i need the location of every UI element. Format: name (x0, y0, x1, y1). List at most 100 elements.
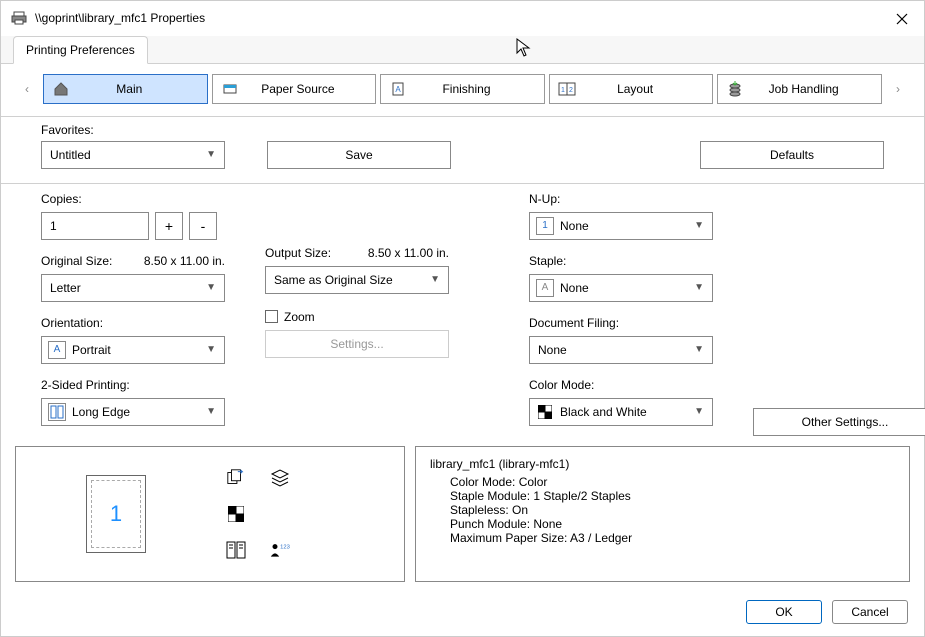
staple-label: Staple: (529, 254, 713, 268)
bw-icon (536, 403, 554, 421)
orientation-value: Portrait (72, 343, 111, 357)
output-size-label: Output Size: (265, 246, 331, 260)
favorites-select[interactable]: Untitled ▼ (41, 141, 225, 169)
svg-text:1: 1 (561, 87, 565, 94)
original-size-dim: 8.50 x 11.00 in. (144, 254, 225, 268)
main-content: Copies: 1 + - Original Size: 8.50 x 11.0… (1, 184, 924, 446)
tab-strip: Printing Preferences (1, 36, 924, 64)
copies-input[interactable]: 1 (41, 212, 149, 240)
info-line: Staple Module: 1 Staple/2 Staples (430, 489, 631, 503)
other-settings-label: Other Settings... (802, 415, 889, 429)
nav-scroll-left[interactable]: ‹ (15, 77, 39, 101)
footer: OK Cancel (1, 592, 924, 636)
ok-button[interactable]: OK (746, 600, 822, 624)
checkbox-icon (265, 310, 278, 323)
nav-paper-source[interactable]: Paper Source (212, 74, 377, 104)
copies-value: 1 (50, 219, 57, 233)
close-icon[interactable] (892, 9, 912, 29)
docfiling-label: Document Filing: (529, 316, 713, 330)
chevron-down-icon: ▼ (206, 406, 216, 417)
long-edge-icon (48, 403, 66, 421)
job-icon (726, 81, 744, 97)
titlebar: \\goprint\library_mfc1 Properties (1, 1, 924, 36)
defaults-label: Defaults (770, 148, 814, 162)
preview-pane: 1 123 (15, 446, 405, 582)
output-size-value: Same as Original Size (274, 273, 393, 287)
printer-icon (11, 10, 27, 26)
orientation-select[interactable]: A Portrait ▼ (41, 336, 225, 364)
colormode-value: Black and White (560, 405, 647, 419)
portrait-icon: A (48, 341, 66, 359)
chevron-down-icon: ▼ (206, 344, 216, 355)
tab-label: Printing Preferences (26, 43, 135, 57)
favorites-label: Favorites: (41, 123, 225, 137)
cancel-label: Cancel (851, 605, 888, 619)
info-line: Stapleless: On (430, 503, 528, 517)
nav-layout[interactable]: 12 Layout (549, 74, 714, 104)
twosided-value: Long Edge (72, 405, 130, 419)
info-title: library_mfc1 (library-mfc1) (430, 457, 569, 471)
copies-plus-button[interactable]: + (155, 212, 183, 240)
home-icon (52, 81, 70, 97)
nav-finishing[interactable]: A Finishing (380, 74, 545, 104)
favorites-row: Favorites: Untitled ▼ Save Defaults (1, 117, 924, 184)
favorites-value: Untitled (50, 148, 91, 162)
booklet-icon (226, 540, 246, 560)
nup-select[interactable]: 1 None ▼ (529, 212, 713, 240)
ok-label: OK (775, 605, 792, 619)
info-line: Color Mode: Color (430, 475, 547, 489)
blank-icon (270, 504, 290, 524)
staple-select[interactable]: A None ▼ (529, 274, 713, 302)
nav-label: Paper Source (239, 82, 376, 96)
info-line: Punch Module: None (430, 517, 562, 531)
output-size-dim: 8.50 x 11.00 in. (368, 246, 449, 260)
cancel-button[interactable]: Cancel (832, 600, 908, 624)
nav-row: ‹ Main Paper Source A Finishing 12 Layou… (1, 64, 924, 117)
original-size-select[interactable]: Letter ▼ (41, 274, 225, 302)
chevron-down-icon: ▼ (206, 282, 216, 293)
preview-icons: 123 (226, 468, 302, 560)
collate-icon (226, 468, 246, 488)
docfiling-select[interactable]: None ▼ (529, 336, 713, 364)
layout-icon: 12 (558, 81, 576, 97)
preview-row: 1 123 library_mfc1 (library-mfc1) Color … (1, 446, 924, 592)
nav-main[interactable]: Main (43, 74, 208, 104)
staple-value: None (560, 281, 589, 295)
twosided-label: 2-Sided Printing: (41, 378, 225, 392)
preview-page-number: 1 (110, 501, 122, 527)
tab-printing-preferences[interactable]: Printing Preferences (13, 36, 148, 64)
save-button[interactable]: Save (267, 141, 451, 169)
zoom-settings-button: Settings... (265, 330, 449, 358)
chevron-down-icon: ▼ (694, 406, 704, 417)
copies-label: Copies: (41, 192, 225, 206)
window-title: \\goprint\library_mfc1 Properties (35, 11, 205, 25)
colormode-select[interactable]: Black and White ▼ (529, 398, 713, 426)
chevron-down-icon: ▼ (694, 220, 704, 231)
user-123-icon: 123 (270, 540, 290, 560)
twosided-select[interactable]: Long Edge ▼ (41, 398, 225, 426)
other-settings-button[interactable]: Other Settings... (753, 408, 925, 436)
nav-scroll-right[interactable]: › (886, 77, 910, 101)
zoom-checkbox[interactable]: Zoom (265, 310, 449, 324)
orientation-label: Orientation: (41, 316, 225, 330)
checker-icon (226, 504, 246, 524)
copies-minus-button[interactable]: - (189, 212, 217, 240)
preview-page: 1 (86, 475, 146, 553)
defaults-button[interactable]: Defaults (700, 141, 884, 169)
stack-icon (270, 468, 290, 488)
original-size-label: Original Size: (41, 254, 112, 268)
zoom-label: Zoom (284, 310, 315, 324)
chevron-down-icon: ▼ (694, 282, 704, 293)
colormode-label: Color Mode: (529, 378, 713, 392)
svg-text:2: 2 (569, 87, 573, 94)
svg-text:123: 123 (280, 544, 290, 550)
output-size-select[interactable]: Same as Original Size ▼ (265, 266, 449, 294)
nup-icon: 1 (536, 217, 554, 235)
info-line: Maximum Paper Size: A3 / Ledger (430, 531, 632, 545)
original-size-value: Letter (50, 281, 81, 295)
nav-job-handling[interactable]: Job Handling (717, 74, 882, 104)
nup-value: None (560, 219, 589, 233)
page-a-icon: A (389, 81, 407, 97)
nav-label: Main (70, 82, 207, 96)
save-label: Save (345, 148, 372, 162)
